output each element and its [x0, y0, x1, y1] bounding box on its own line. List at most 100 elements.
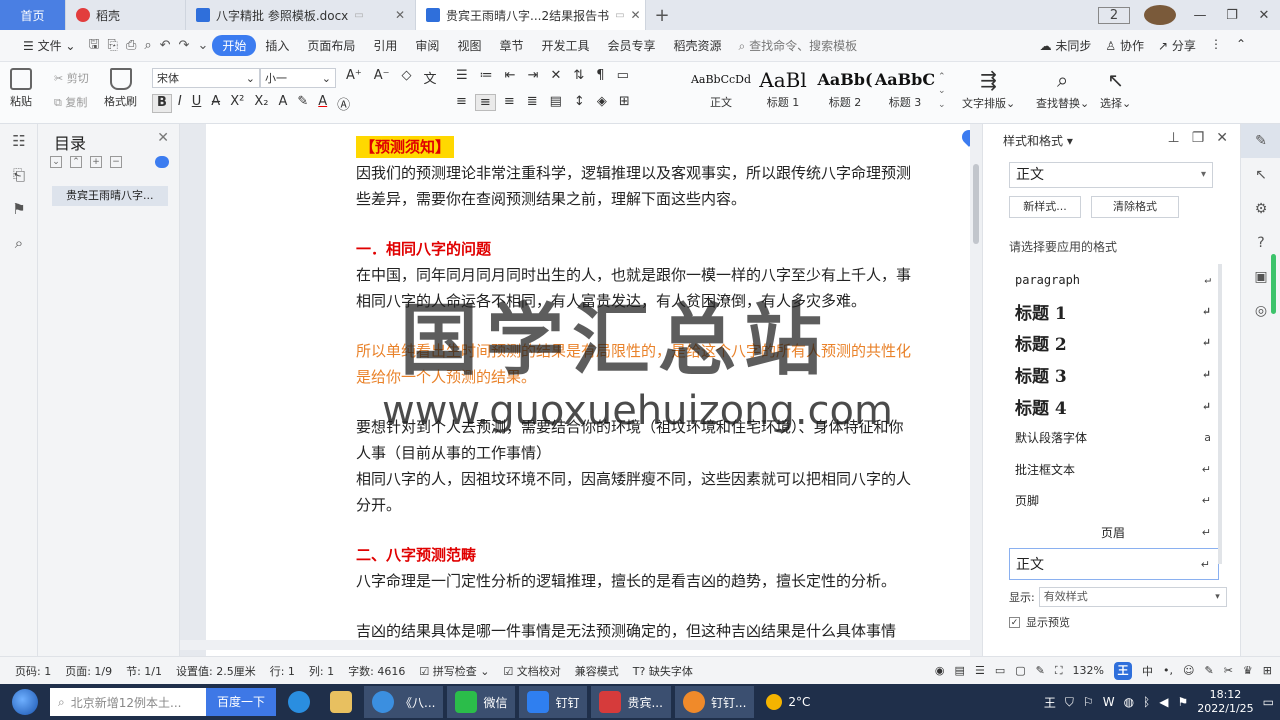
- show-preview-option[interactable]: ✓ 显示预览: [1009, 614, 1070, 630]
- subscript-icon[interactable]: X₂: [250, 94, 272, 113]
- menu-review[interactable]: 审阅: [406, 37, 448, 54]
- style-list-item[interactable]: 标题 4 ↵: [1009, 390, 1219, 422]
- menu-start[interactable]: 开始: [212, 35, 257, 56]
- close-icon[interactable]: ✕: [157, 130, 169, 146]
- justify-icon[interactable]: ≣: [523, 94, 542, 111]
- menu-reference[interactable]: 引用: [364, 37, 406, 54]
- right-rail-scrollbar[interactable]: [1271, 254, 1276, 314]
- taskbar-search-input[interactable]: ⌕ 北京新增12例本土...: [50, 688, 206, 716]
- close-icon[interactable]: ✕: [631, 8, 641, 22]
- export-pdf-icon[interactable]: ⎘: [104, 38, 122, 53]
- tab-pin-icon[interactable]: ▭: [354, 10, 363, 21]
- search-icon[interactable]: ⌕: [0, 226, 38, 260]
- avatar[interactable]: [1144, 5, 1176, 25]
- bullet-list-icon[interactable]: ☰: [452, 68, 472, 83]
- underline-icon[interactable]: U: [188, 94, 206, 113]
- network-icon[interactable]: ⚐: [1083, 695, 1094, 709]
- menu-insert[interactable]: 插入: [256, 37, 298, 54]
- font-size-select[interactable]: 小一 ⌄: [260, 68, 336, 88]
- highlight-icon[interactable]: ✎: [293, 94, 312, 113]
- tab-home[interactable]: 首页: [0, 0, 66, 30]
- align-center-icon[interactable]: ≡: [474, 94, 496, 111]
- paste-button[interactable]: 粘贴: [10, 68, 32, 109]
- close-icon[interactable]: ✕: [395, 8, 405, 22]
- strikethrough-icon[interactable]: A̶: [207, 94, 224, 113]
- italic-icon[interactable]: I: [174, 94, 186, 113]
- font-color-icon[interactable]: A: [314, 94, 331, 113]
- clear-format-button[interactable]: 清除格式: [1091, 196, 1179, 218]
- tab-pin-icon[interactable]: ▭: [615, 10, 624, 21]
- toc-item[interactable]: 贵宾王雨晴八字...: [52, 186, 168, 206]
- print-icon[interactable]: ⎙: [122, 38, 140, 53]
- format-painter-button[interactable]: 格式刷: [104, 68, 137, 109]
- collab-button[interactable]: ♙ 协作: [1105, 37, 1144, 54]
- scrollbar-thumb[interactable]: [973, 164, 979, 244]
- distribute-icon[interactable]: ▤: [546, 94, 566, 111]
- taskbar-wps[interactable]: 贵宾...: [591, 686, 671, 718]
- style-list-item[interactable]: 正文 ↵: [1009, 548, 1219, 580]
- style-list-item[interactable]: 标题 2 ↵: [1009, 327, 1219, 359]
- style-heading-3[interactable]: AaBbC 标题 3: [874, 66, 936, 118]
- remove-icon[interactable]: −: [110, 156, 122, 168]
- taskbar-clock[interactable]: 18:12 2022/1/25: [1197, 688, 1253, 716]
- shrink-font-icon[interactable]: A⁻: [370, 68, 394, 87]
- window-count-badge[interactable]: 2: [1098, 6, 1130, 24]
- expand-icon[interactable]: ⌃: [70, 156, 82, 168]
- shading-icon[interactable]: ◈: [593, 94, 611, 111]
- text-effect-icon[interactable]: A: [274, 94, 291, 113]
- sync-button[interactable]: ☁ 未同步: [1040, 37, 1092, 54]
- style-list-item[interactable]: 页眉 ↵: [1009, 517, 1219, 549]
- notification-icon[interactable]: ▭: [1263, 695, 1274, 709]
- style-list-item[interactable]: 默认段落字体 a: [1009, 422, 1219, 454]
- wps-tray-icon[interactable]: 王: [1044, 694, 1056, 711]
- superscript-icon[interactable]: X²: [226, 94, 248, 113]
- show-marks-icon[interactable]: ¶: [592, 68, 608, 83]
- style-heading-2[interactable]: AaBb(标题 2: [814, 66, 876, 118]
- tools-icon[interactable]: ✂: [1224, 664, 1233, 677]
- fit-page-icon[interactable]: ⛶: [1055, 664, 1063, 678]
- restore-icon[interactable]: ❐: [1192, 130, 1205, 146]
- collapse-ribbon-icon[interactable]: ⌃: [1236, 37, 1246, 54]
- taskbar-dingtalk-2[interactable]: 钉钉...: [674, 686, 755, 718]
- style-list-item[interactable]: 页脚 ↵: [1009, 485, 1219, 517]
- spell-check-toggle[interactable]: ☑ 拼写检查 ⌄: [412, 663, 496, 679]
- missing-font-button[interactable]: T? 缺失字体: [626, 663, 700, 679]
- collapse-icon[interactable]: ⌄: [50, 156, 62, 168]
- baidu-search-button[interactable]: 百度一下: [206, 688, 276, 716]
- web-view-icon[interactable]: ▭: [995, 664, 1005, 677]
- volume-icon[interactable]: ◀: [1159, 695, 1168, 709]
- doc-proof-button[interactable]: ☑ 文档校对: [496, 663, 567, 679]
- settings-sliders-icon[interactable]: ⚙: [1241, 192, 1280, 226]
- share-button[interactable]: ↗ 分享: [1158, 37, 1196, 54]
- taskbar-explorer[interactable]: [322, 686, 360, 718]
- border-icon[interactable]: ⊞: [615, 94, 634, 111]
- tab-document-report[interactable]: 贵宾王雨晴八字...2结果报告书 ▭ ✕: [416, 0, 646, 30]
- select-button[interactable]: ↖ 选择⌄: [1100, 68, 1131, 111]
- outline-icon[interactable]: ☷: [0, 124, 38, 158]
- vertical-scrollbar[interactable]: [970, 124, 982, 656]
- skin-icon[interactable]: ♛: [1243, 664, 1253, 677]
- restore-icon[interactable]: ❐: [1216, 8, 1248, 23]
- new-tab-button[interactable]: +: [646, 0, 678, 30]
- style-list-item[interactable]: 批注框文本 ↵: [1009, 454, 1219, 486]
- zoom-level[interactable]: 132%: [1073, 664, 1104, 677]
- grow-font-icon[interactable]: A⁺: [342, 68, 366, 87]
- punctuation-icon[interactable]: •,: [1163, 664, 1173, 677]
- taskbar-dingtalk[interactable]: 钉钉: [519, 686, 588, 718]
- undo-icon[interactable]: ↶: [156, 38, 175, 53]
- bold-icon[interactable]: B: [152, 94, 172, 113]
- taskbar-browser[interactable]: 《八...: [364, 686, 444, 718]
- status-words[interactable]: 字数: 4616: [341, 663, 412, 679]
- add-icon[interactable]: +: [90, 156, 102, 168]
- new-style-button[interactable]: 新样式...: [1009, 196, 1081, 218]
- menu-member[interactable]: 会员专享: [598, 37, 664, 54]
- taskbar-ie[interactable]: [280, 686, 318, 718]
- grid-icon[interactable]: ⊞: [1263, 664, 1272, 677]
- line-spacing-icon[interactable]: ↕: [570, 94, 589, 111]
- minimize-icon[interactable]: —: [1184, 8, 1216, 23]
- redo-icon[interactable]: ↷: [175, 38, 194, 53]
- outline-view-icon[interactable]: ☰: [975, 664, 985, 677]
- taskbar-wechat[interactable]: 微信: [447, 686, 516, 718]
- table-lines-icon[interactable]: ▭: [613, 68, 633, 83]
- menu-devtools[interactable]: 开发工具: [532, 37, 598, 54]
